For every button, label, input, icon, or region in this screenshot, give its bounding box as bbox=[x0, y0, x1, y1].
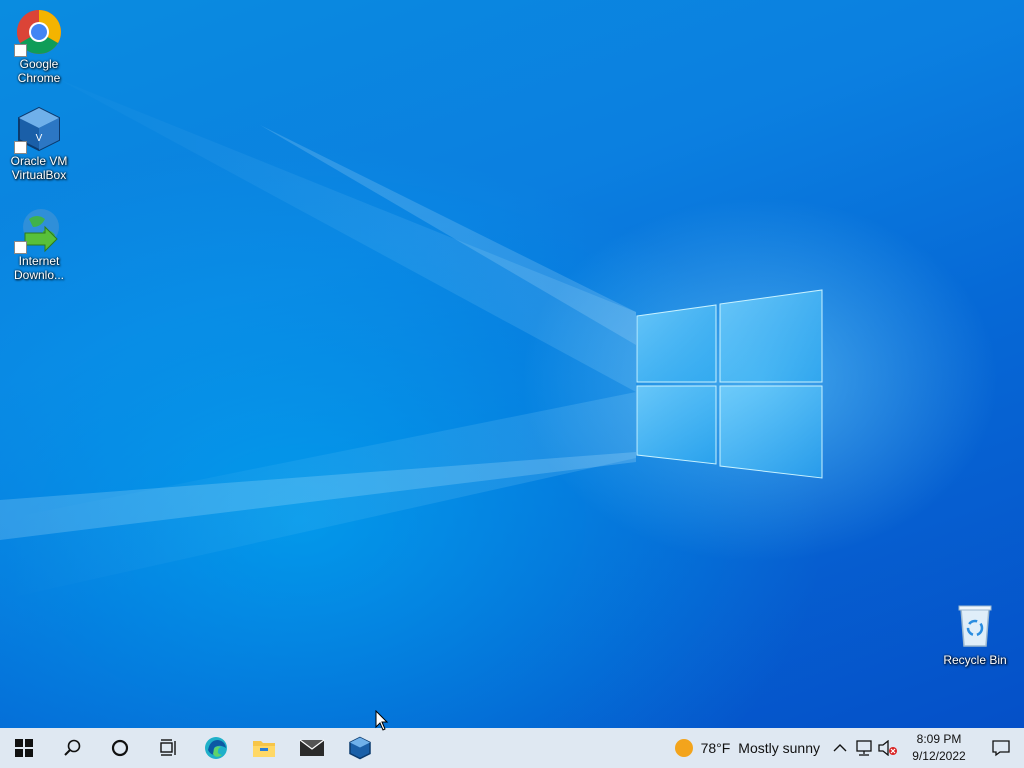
shortcut-arrow-icon bbox=[14, 44, 27, 57]
sun-icon bbox=[674, 739, 693, 757]
chevron-up-icon bbox=[833, 744, 847, 752]
edge-icon bbox=[205, 737, 227, 759]
desktop-icon-label: Chrome bbox=[17, 71, 61, 85]
recycle-bin-icon bbox=[951, 602, 999, 650]
search-button[interactable] bbox=[48, 728, 96, 768]
wallpaper bbox=[0, 80, 823, 600]
shortcut-arrow-icon bbox=[14, 241, 27, 254]
weather-condition: Mostly sunny bbox=[738, 740, 820, 756]
desktop-icon-recycle-bin[interactable]: Recycle Bin bbox=[938, 602, 1012, 668]
start-icon bbox=[15, 739, 33, 757]
system-tray: 78°F Mostly sunny 8:09 PM 9/12/2022 bbox=[665, 728, 1024, 768]
network-button[interactable] bbox=[852, 728, 876, 768]
cortana-icon bbox=[111, 739, 129, 757]
action-center-button[interactable] bbox=[978, 728, 1024, 768]
mail-icon bbox=[299, 739, 325, 756]
clock-date: 9/12/2022 bbox=[912, 749, 966, 763]
desktop-icon-idm[interactable]: Internet Downlo... bbox=[2, 205, 76, 283]
desktop-icon-virtualbox[interactable]: V Oracle VM VirtualBox bbox=[2, 105, 76, 183]
volume-button[interactable] bbox=[876, 728, 900, 768]
desktop-icon-label: VirtualBox bbox=[11, 168, 67, 182]
taskbar-edge[interactable] bbox=[192, 728, 240, 768]
desktop-icon-label: Google bbox=[19, 57, 59, 71]
desktop-icon-label: Oracle VM bbox=[10, 154, 68, 168]
taskbar: 78°F Mostly sunny 8:09 PM 9/12/2022 bbox=[0, 728, 1024, 768]
recycle-bin-label: Recycle Bin bbox=[943, 653, 1007, 667]
virtualbox-icon bbox=[349, 736, 371, 760]
weather-widget[interactable]: 78°F Mostly sunny bbox=[665, 728, 828, 768]
taskbar-file-explorer[interactable] bbox=[240, 728, 288, 768]
virtualbox-icon: V bbox=[14, 105, 63, 154]
desktop-icon-label: Internet bbox=[18, 254, 60, 268]
idm-icon bbox=[14, 205, 63, 254]
start-button[interactable] bbox=[0, 728, 48, 768]
task-view-button[interactable] bbox=[144, 728, 192, 768]
network-icon bbox=[856, 740, 872, 756]
desktop-icon-chrome[interactable]: Google Chrome bbox=[2, 8, 76, 86]
weather-temp: 78°F bbox=[700, 740, 731, 756]
file-explorer-icon bbox=[253, 741, 275, 757]
task-view-icon bbox=[160, 739, 176, 756]
cortana-button[interactable] bbox=[96, 728, 144, 768]
desktop: Google Chrome V Oracle VM VirtualBox Int… bbox=[0, 0, 1024, 728]
svg-text:V: V bbox=[36, 133, 43, 144]
shortcut-arrow-icon bbox=[14, 141, 27, 154]
notification-icon bbox=[992, 740, 1010, 757]
taskbar-virtualbox[interactable] bbox=[336, 728, 384, 768]
clock-time: 8:09 PM bbox=[916, 732, 962, 746]
mouse-cursor-icon bbox=[375, 710, 389, 731]
search-icon bbox=[64, 739, 81, 756]
volume-muted-icon bbox=[878, 740, 897, 756]
windows-logo bbox=[636, 289, 823, 479]
desktop-icon-label: Downlo... bbox=[13, 268, 65, 282]
chrome-icon bbox=[14, 8, 63, 57]
clock[interactable]: 8:09 PM 9/12/2022 bbox=[900, 731, 978, 765]
taskbar-mail[interactable] bbox=[288, 728, 336, 768]
show-hidden-icons-button[interactable] bbox=[828, 728, 852, 768]
